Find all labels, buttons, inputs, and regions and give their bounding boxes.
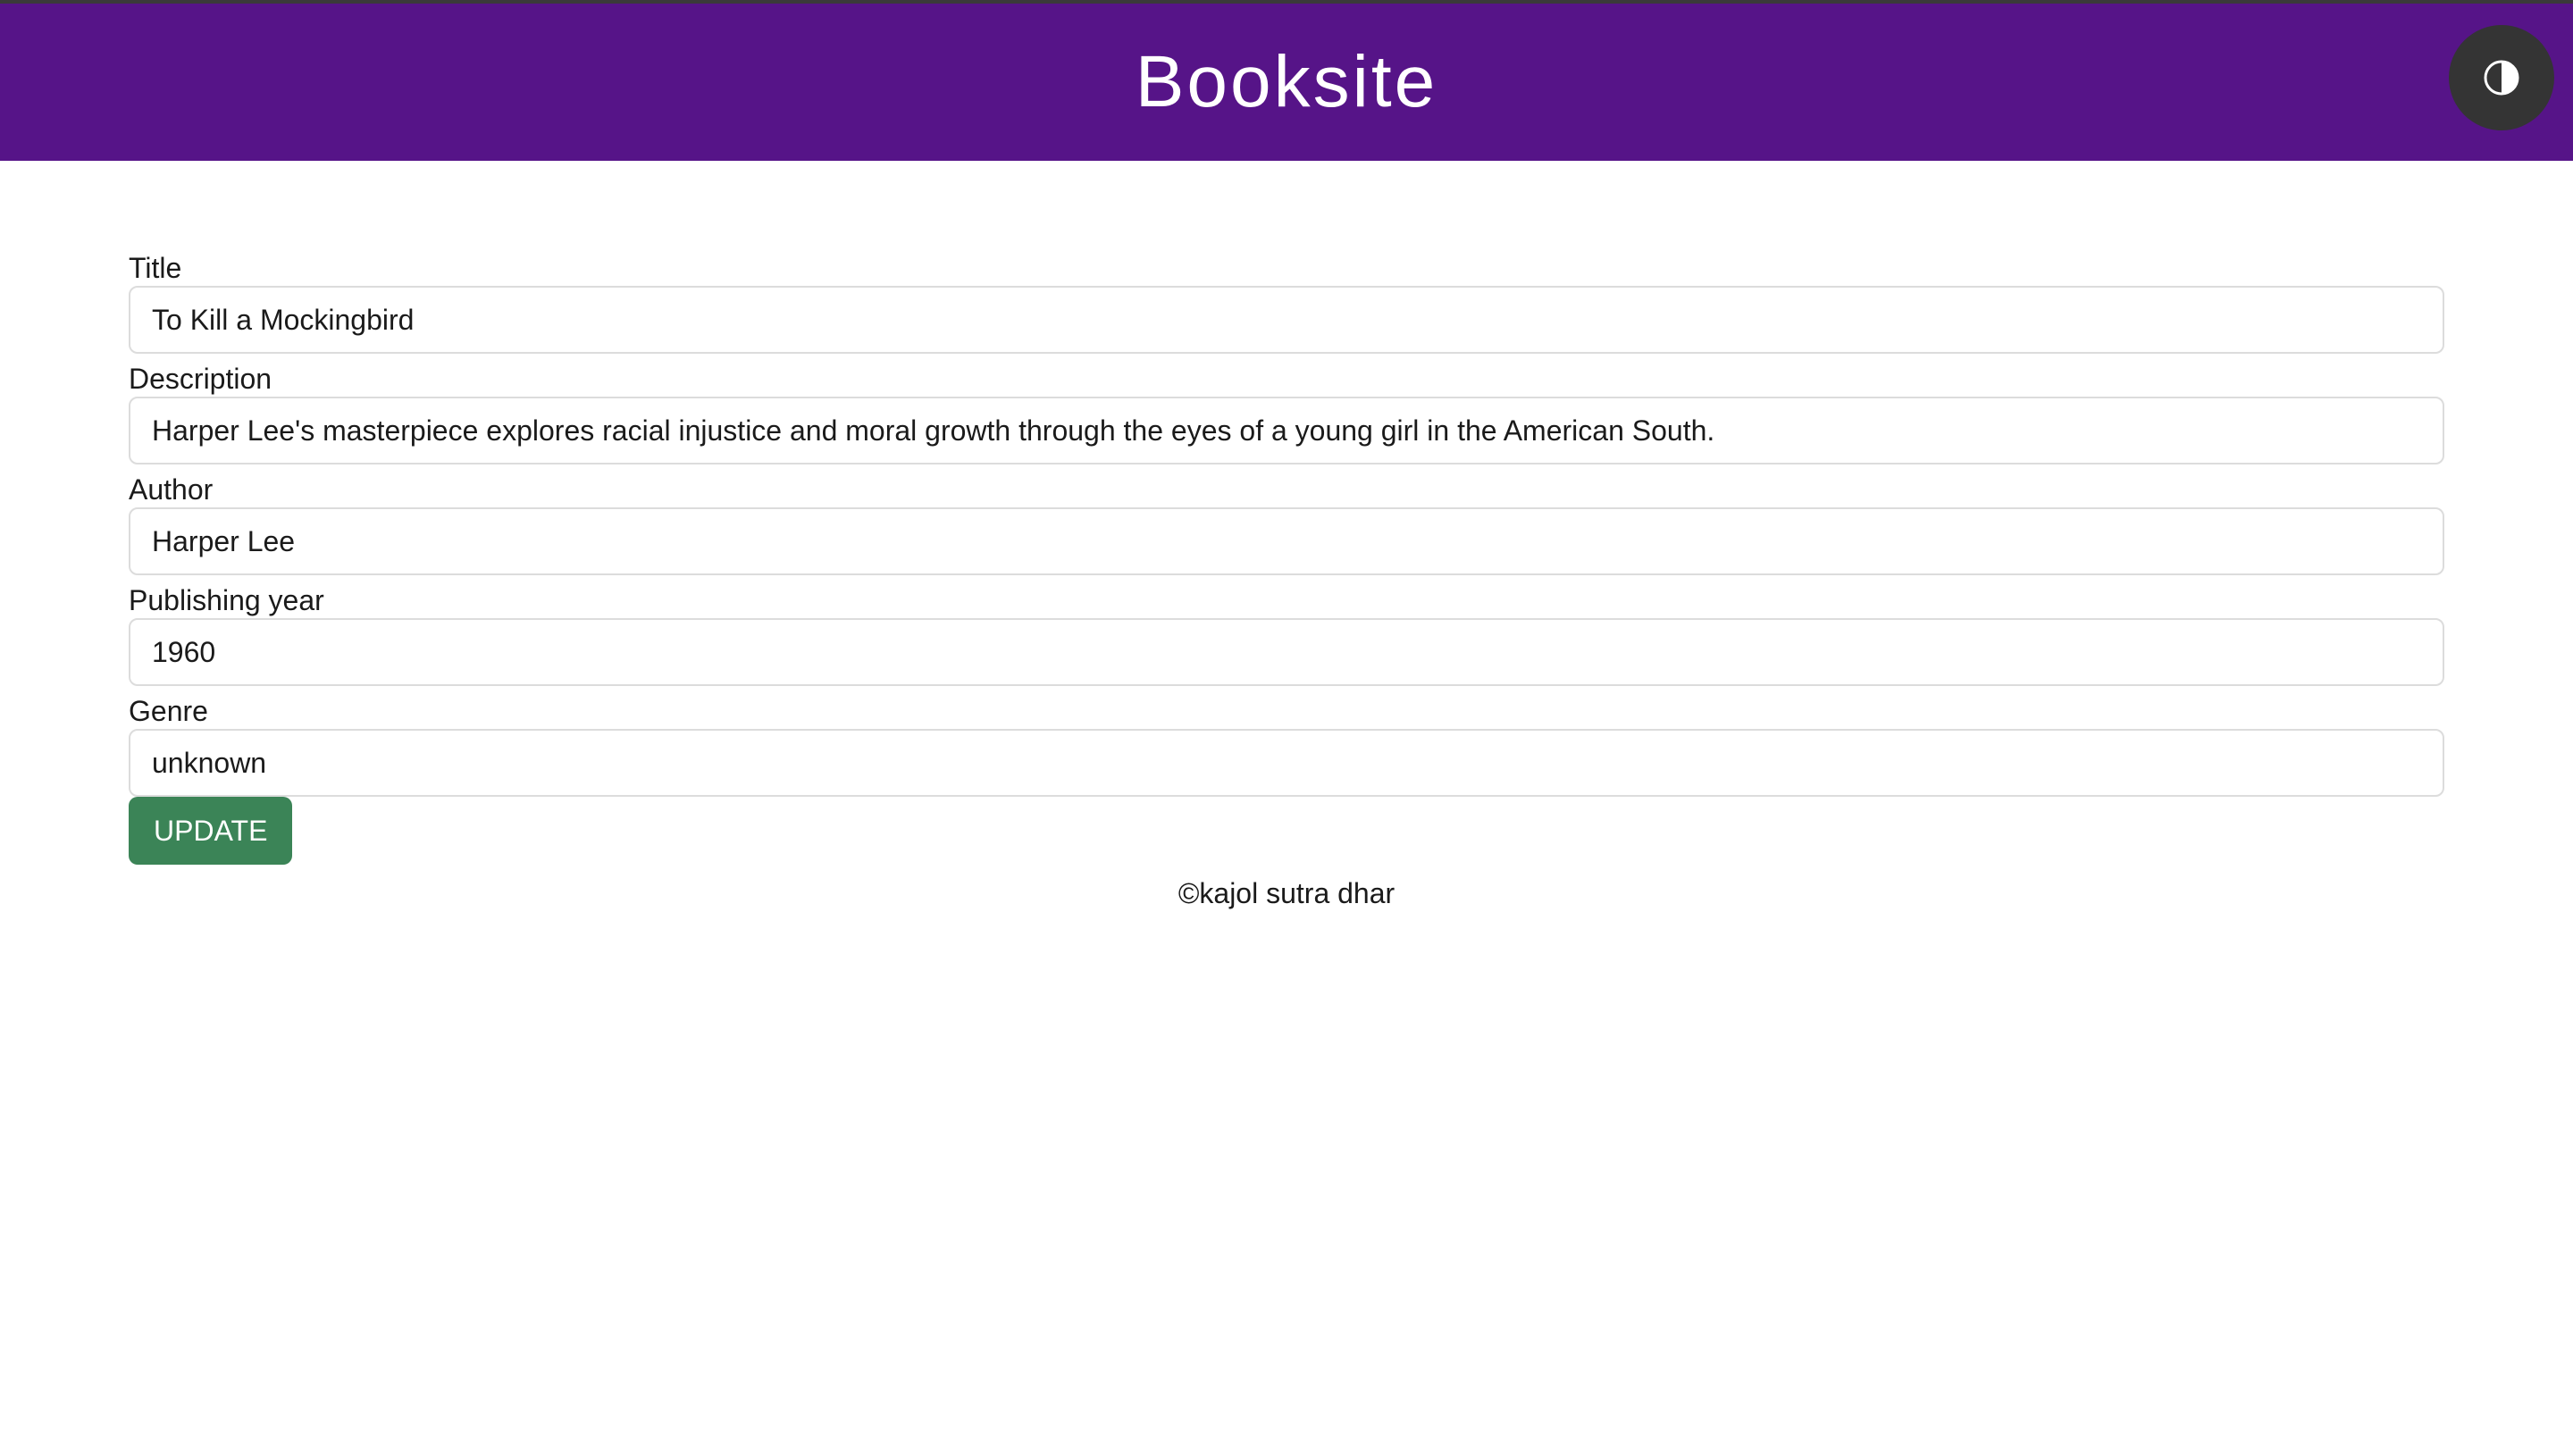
footer-copyright: ©kajol sutra dhar <box>1178 877 1395 909</box>
update-button[interactable]: UPDATE <box>129 797 293 865</box>
description-label: Description <box>129 363 272 395</box>
title-input[interactable] <box>129 286 2444 354</box>
author-label: Author <box>129 473 214 506</box>
theme-toggle-button[interactable] <box>2449 25 2554 130</box>
title-label: Title <box>129 252 182 284</box>
book-edit-form: Title Description Author Publishing year… <box>129 250 2444 865</box>
genre-input[interactable] <box>129 729 2444 797</box>
site-header: Booksite <box>0 4 2573 161</box>
description-input[interactable] <box>129 397 2444 464</box>
publishing-year-input[interactable] <box>129 618 2444 686</box>
site-title: Booksite <box>1135 41 1438 122</box>
genre-label: Genre <box>129 695 208 727</box>
contrast-icon <box>2483 59 2520 96</box>
publishing-year-label: Publishing year <box>129 584 324 616</box>
author-input[interactable] <box>129 507 2444 575</box>
